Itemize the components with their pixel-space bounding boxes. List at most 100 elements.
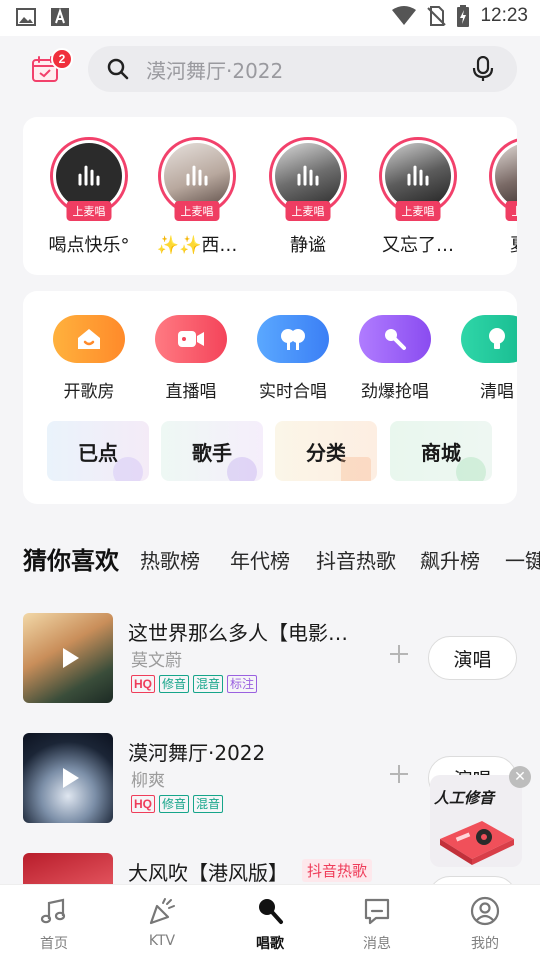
- feature-label: 直播唱: [165, 382, 217, 402]
- tag-mixed: 混音: [193, 795, 224, 813]
- avatar: [385, 143, 451, 209]
- avatar: [164, 143, 230, 209]
- close-ad-button[interactable]: ✕: [509, 766, 531, 788]
- feature-open-room[interactable]: 开歌房: [38, 315, 140, 402]
- on-mic-badge: 上麦唱: [66, 201, 112, 221]
- live-singer[interactable]: 上麦唱 夏乔: [476, 137, 517, 257]
- nav-messages[interactable]: 消息: [332, 895, 422, 953]
- shortcut-label: 已点: [78, 440, 118, 465]
- header: 2 漠河舞厅·2022: [0, 36, 540, 106]
- microphone-icon: [385, 329, 406, 350]
- song-tags: HQ 修音 混音 标注: [131, 675, 258, 693]
- app-notification-icon: [51, 8, 69, 26]
- shortcut-store[interactable]: 商城: [390, 421, 492, 481]
- add-to-list-icon[interactable]: [388, 643, 410, 665]
- search-bar[interactable]: 漠河舞厅·2022: [88, 46, 517, 92]
- on-mic-badge: 上麦唱: [395, 201, 441, 221]
- play-icon: [63, 768, 79, 788]
- notification-badge: 2: [51, 48, 73, 70]
- equalizer-icon: [78, 164, 100, 186]
- nav-label: KTV: [148, 933, 176, 949]
- nav-label: 消息: [363, 936, 391, 952]
- tag-tuned: 修音: [159, 795, 190, 813]
- bottom-navigation: 首页 KTV 唱歌 消息 我的: [0, 884, 540, 960]
- microphone-icon: [259, 899, 283, 924]
- chorus-icon: [281, 329, 305, 350]
- tag-mixed: 混音: [193, 675, 224, 693]
- tab-rising[interactable]: 飙升榜: [420, 545, 480, 574]
- tag-tuned: 修音: [159, 675, 190, 693]
- equalizer-icon: [186, 164, 208, 186]
- voice-search-icon[interactable]: [471, 56, 495, 82]
- tab-guess-you-like[interactable]: 猜你喜欢: [23, 541, 119, 576]
- avatar: [495, 143, 517, 209]
- feature-label: 开歌房: [63, 382, 115, 402]
- tag-hq: HQ: [131, 795, 155, 813]
- tab-era-chart[interactable]: 年代榜: [230, 545, 290, 574]
- video-camera-icon: [178, 331, 204, 347]
- live-singer[interactable]: 上麦唱 喝点快乐°: [37, 137, 141, 257]
- profile-icon: [470, 896, 500, 926]
- feature-realtime-chorus[interactable]: 实时合唱: [242, 315, 344, 402]
- search-icon: [107, 58, 129, 80]
- feature-live-sing[interactable]: 直播唱: [140, 315, 242, 402]
- song-tabs: 猜你喜欢 热歌榜 年代榜 抖音热歌 飙升榜 一键: [0, 535, 540, 585]
- equalizer-icon: [297, 164, 319, 186]
- tab-hot-songs[interactable]: 热歌榜: [140, 545, 200, 574]
- tab-one-click[interactable]: 一键: [505, 545, 540, 574]
- live-singers-card: 上麦唱 喝点快乐° 上麦唱 ✨✨西… 上麦唱 静谧 上麦唱 又忘了… 上麦唱 夏…: [23, 117, 517, 275]
- add-to-list-icon[interactable]: [388, 763, 410, 785]
- ad-title: 人工修音: [434, 789, 495, 807]
- nav-ktv[interactable]: KTV: [117, 895, 207, 949]
- song-cover[interactable]: [23, 613, 113, 703]
- song-title: 这世界那么多人【电影…: [128, 621, 348, 645]
- feature-label: 劲爆抢唱: [361, 382, 429, 402]
- feature-acapella[interactable]: 清唱: [446, 315, 517, 402]
- song-title: 大风吹【港风版】: [128, 861, 288, 885]
- music-note-icon: [40, 898, 66, 924]
- feature-label: 实时合唱: [259, 382, 327, 402]
- lightbulb-icon: [489, 328, 505, 349]
- tag-hq: HQ: [131, 675, 155, 693]
- live-singer[interactable]: 上麦唱 又忘了…: [366, 137, 470, 257]
- song-row[interactable]: 这世界那么多人【电影… 莫文蔚 HQ 修音 混音 标注 演唱: [0, 613, 540, 713]
- shortcut-label: 分类: [306, 440, 346, 465]
- on-mic-badge: 上麦唱: [174, 201, 220, 221]
- message-icon: [364, 898, 390, 925]
- shortcut-singers[interactable]: 歌手: [161, 421, 263, 481]
- shortcut-categories[interactable]: 分类: [275, 421, 377, 481]
- close-icon: ✕: [514, 769, 526, 785]
- song-title: 漠河舞厅·2022: [128, 741, 266, 765]
- nav-label: 首页: [40, 936, 68, 952]
- shortcut-label: 歌手: [192, 440, 232, 465]
- search-input[interactable]: 漠河舞厅·2022: [146, 55, 471, 84]
- live-singer[interactable]: 上麦唱 静谧: [256, 137, 360, 257]
- nav-profile[interactable]: 我的: [440, 895, 530, 953]
- shortcut-requested[interactable]: 已点: [47, 421, 149, 481]
- on-mic-badge: 上麦唱: [285, 201, 331, 221]
- song-artist: 莫文蔚: [131, 651, 182, 671]
- song-artist: 柳爽: [131, 771, 165, 791]
- nav-home[interactable]: 首页: [9, 895, 99, 953]
- live-singer[interactable]: 上麦唱 ✨✨西…: [145, 137, 249, 257]
- singer-name: 静谧: [290, 235, 326, 256]
- song-cover[interactable]: [23, 733, 113, 823]
- wifi-icon: [392, 6, 417, 25]
- mixer-icon: [440, 821, 514, 865]
- clock-time: 12:23: [480, 5, 528, 26]
- tab-douyin-hot[interactable]: 抖音热歌: [316, 545, 396, 574]
- singer-name: 喝点快乐°: [48, 235, 130, 256]
- sing-button[interactable]: 演唱: [428, 636, 517, 680]
- nav-sing[interactable]: 唱歌: [225, 895, 315, 953]
- play-icon: [63, 648, 79, 668]
- singer-name: 又忘了…: [382, 235, 454, 256]
- house-icon: [78, 329, 100, 349]
- floating-ad[interactable]: 人工修音: [430, 775, 522, 867]
- feature-grab-sing[interactable]: 劲爆抢唱: [344, 315, 446, 402]
- party-popper-icon: [149, 898, 175, 925]
- douyin-hot-badge: 抖音热歌: [302, 859, 373, 882]
- on-mic-badge: 上麦唱: [505, 201, 517, 221]
- feature-label: 清唱: [480, 382, 514, 402]
- features-card: 开歌房 直播唱 实时合唱 劲爆抢唱 清唱 已点 歌手 分类 商城: [23, 291, 517, 504]
- equalizer-icon: [407, 164, 429, 186]
